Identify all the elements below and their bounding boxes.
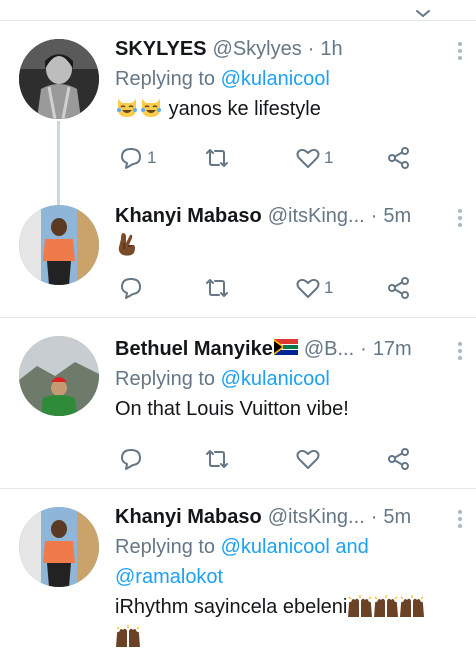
tweet-card[interactable]: Khanyi Mabaso @itsKing... · 5m 1 [0,181,476,317]
share-icon [388,147,409,169]
tweet-card[interactable]: Khanyi Mabaso @itsKing... · 5m Replying … [0,489,476,655]
tweet-text-content: yanos ke lifestyle [168,98,321,120]
separator-dot: · [360,338,367,360]
tweet-text [115,231,440,262]
raising-hands-emoji [374,595,399,617]
retweet-icon [206,450,228,468]
reply-button[interactable] [118,444,147,474]
action-bar [115,444,425,474]
separator-dot: · [307,38,315,60]
share-icon [388,448,409,470]
tweet-header: SKYLYES @Skylyes · 1h [115,36,440,64]
avatar[interactable] [19,336,99,416]
avatar[interactable] [19,39,99,119]
share-icon [388,277,409,299]
reply-icon [121,278,141,299]
more-options-icon[interactable] [456,510,464,530]
tweet-text: yanos ke lifestyle [115,94,440,124]
share-button[interactable] [386,273,412,303]
replying-to-label: Replying to [115,68,216,90]
action-bar: 1 1 [115,143,425,173]
separator-dot: · [370,506,378,528]
display-name[interactable]: Khanyi Mabaso [115,203,262,229]
retweet-icon [206,279,228,297]
tweet-header: Khanyi Mabaso @itsKing... · 5m [115,504,440,532]
timestamp[interactable]: 1h [320,36,342,62]
tweet-card[interactable]: Bethuel Manyike @B... · 17m Replying to … [0,318,476,488]
mention-link[interactable]: @kulanicool [221,68,330,90]
heart-icon [296,148,320,168]
tweet-card[interactable]: SKYLYES @Skylyes · 1h Replying to @kulan… [0,21,476,181]
more-options-icon[interactable] [456,209,464,229]
display-name[interactable]: SKYLYES [115,36,207,62]
username[interactable]: @B... [304,336,354,362]
timestamp[interactable]: 17m [373,336,412,362]
replying-to: Replying to @kulanicool and @ramalokot [115,532,440,592]
display-name[interactable]: Khanyi Mabaso [115,504,262,530]
replying-to-label: Replying to [115,536,216,558]
thread-line [57,181,60,205]
more-options-icon[interactable] [456,342,464,362]
reply-icon [121,449,141,470]
south-africa-flag-emoji [273,339,298,355]
separator-dot: · [370,205,378,227]
raising-hands-emoji [348,595,373,617]
reply-button[interactable] [118,273,147,303]
display-name[interactable]: Bethuel Manyike [115,336,273,362]
avatar[interactable] [19,205,99,285]
username[interactable]: @Skylyes [213,36,302,62]
previous-tweet-edge [0,0,476,20]
share-button[interactable] [386,444,412,474]
replying-to-label: Replying to [115,368,216,390]
like-count: 1 [324,278,334,297]
like-button[interactable]: 1 [295,143,333,173]
timestamp[interactable]: 5m [383,203,411,229]
action-bar: 1 [115,273,425,303]
timestamp[interactable]: 5m [383,504,411,530]
raising-hands-emoji [116,625,140,647]
heart-icon [296,278,320,298]
replying-to: Replying to @kulanicool [115,364,440,394]
more-options-icon[interactable] [456,42,464,62]
mention-link[interactable]: @kulanicool [221,368,330,390]
crossed-fingers-emoji [118,233,135,256]
reply-button[interactable]: 1 [118,143,156,173]
tweet-text: iRhythm sayincela ebeleni [115,592,440,655]
crying-laughing-cat-emoji [117,99,137,117]
replying-to: Replying to @kulanicool [115,64,440,94]
retweet-button[interactable] [204,444,230,474]
like-count: 1 [324,148,334,167]
raising-hands-emoji [400,595,425,617]
retweet-icon [206,149,228,167]
share-button[interactable] [386,143,412,173]
avatar[interactable] [19,507,99,587]
mention-link[interactable]: @kulanicool and [221,536,369,558]
tweet-text: On that Louis Vuitton vibe! [115,398,349,420]
tweet-header: Khanyi Mabaso @itsKing... · 5m [115,203,440,231]
reply-icon [121,148,141,169]
tweet-header: Bethuel Manyike @B... · 17m [115,336,440,364]
username[interactable]: @itsKing... [268,504,365,530]
heart-icon [296,449,320,469]
username[interactable]: @itsKing... [268,203,365,229]
crying-laughing-cat-emoji [141,99,161,117]
retweet-button[interactable] [204,143,230,173]
thread-line [57,121,60,181]
action-icon-partial [413,4,433,18]
reply-count: 1 [147,148,157,167]
retweet-button[interactable] [204,273,230,303]
like-button[interactable]: 1 [295,273,333,303]
like-button[interactable] [295,444,324,474]
mention-link[interactable]: @ramalokot [115,566,223,588]
tweet-text-content: iRhythm sayincela ebeleni [115,596,348,618]
